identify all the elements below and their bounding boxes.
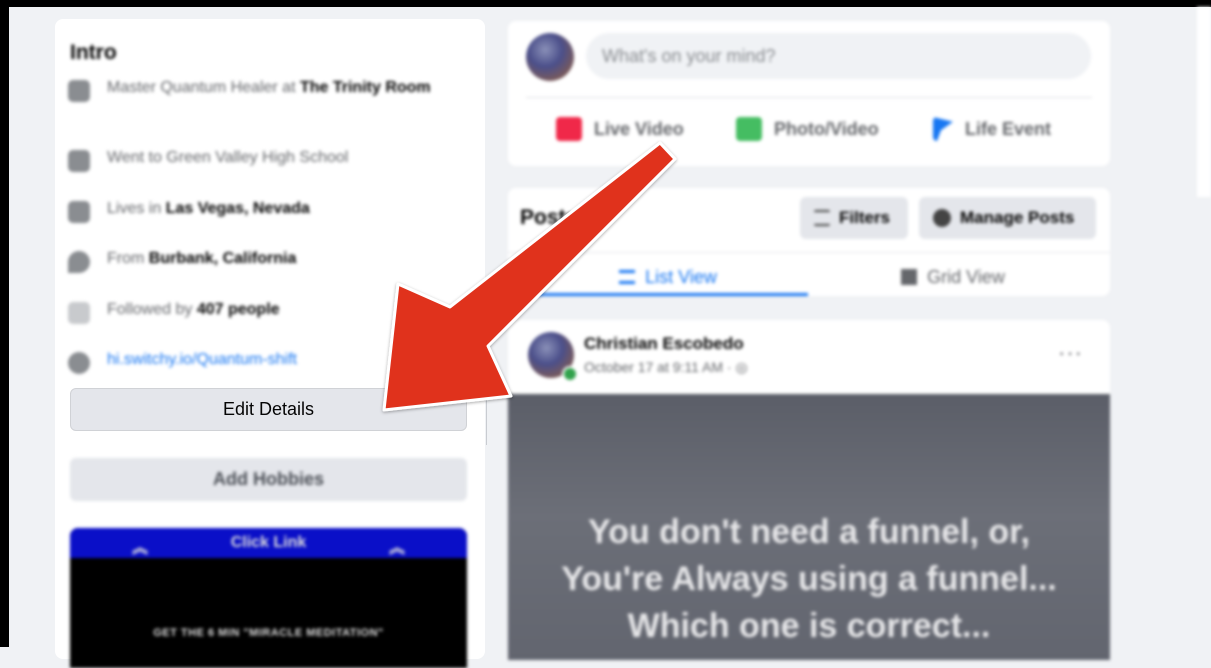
red-arrow-annotation <box>382 141 677 412</box>
